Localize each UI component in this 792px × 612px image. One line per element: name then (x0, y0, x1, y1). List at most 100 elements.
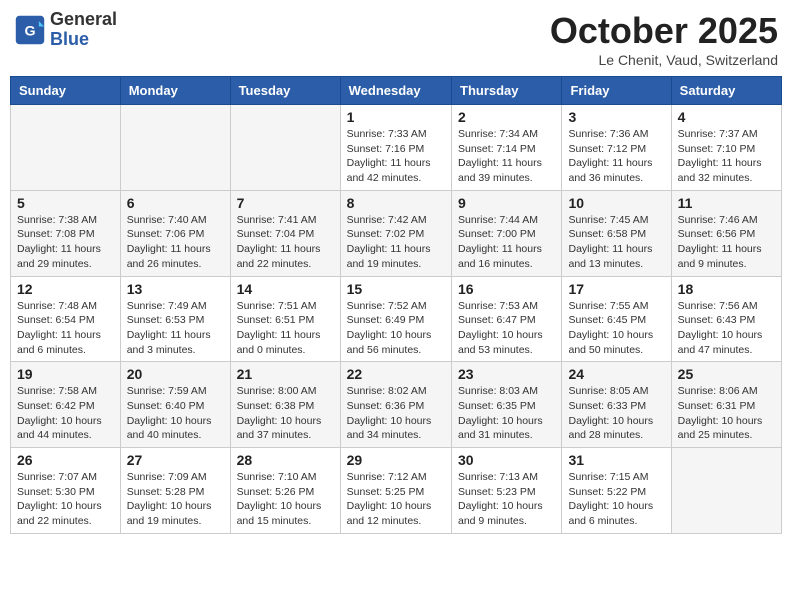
calendar-cell (120, 105, 230, 191)
calendar-cell: 23Sunrise: 8:03 AM Sunset: 6:35 PM Dayli… (452, 362, 562, 448)
calendar-cell: 29 Sunrise: 7:12 AM Sunset: 5:25 PM Dayli… (340, 448, 451, 534)
day-number: 24 (568, 366, 664, 382)
calendar-cell: 3 Sunrise: 7:36 AM Sunset: 7:12 PM Daylig… (562, 105, 671, 191)
day-info: Sunrise: 7:07 AM Sunset: 5:30 PM Dayligh… (17, 470, 114, 529)
day-number: 22 (347, 366, 445, 382)
calendar-cell: 1 Sunrise: 7:33 AM Sunset: 7:16 PM Daylig… (340, 105, 451, 191)
day-number: 7 (237, 195, 334, 211)
day-info: Sunrise: 7:12 AM Sunset: 5:25 PM Dayligh… (347, 470, 445, 529)
day-info: Sunrise: 7:56 AM Sunset: 6:43 PM Dayligh… (678, 299, 775, 358)
weekday-header-wednesday: Wednesday (340, 77, 451, 105)
calendar-cell: 14 Sunrise: 7:51 AM Sunset: 6:51 PM Dayli… (230, 276, 340, 362)
calendar-cell: 8 Sunrise: 7:42 AM Sunset: 7:02 PM Daylig… (340, 190, 451, 276)
weekday-header-row: SundayMondayTuesdayWednesdayThursdayFrid… (11, 77, 782, 105)
calendar-cell: 10Sunrise: 7:45 AM Sunset: 6:58 PM Dayli… (562, 190, 671, 276)
calendar-cell: 9Sunrise: 7:44 AM Sunset: 7:00 PM Daylig… (452, 190, 562, 276)
day-info: Sunrise: 7:46 AM Sunset: 6:56 PM Dayligh… (678, 213, 775, 272)
month-title: October 2025 (550, 10, 778, 52)
title-section: October 2025 Le Chenit, Vaud, Switzerlan… (550, 10, 778, 68)
calendar-cell: 4 Sunrise: 7:37 AM Sunset: 7:10 PM Daylig… (671, 105, 781, 191)
day-number: 16 (458, 281, 555, 297)
calendar-cell: 11 Sunrise: 7:46 AM Sunset: 6:56 PM Dayli… (671, 190, 781, 276)
day-number: 15 (347, 281, 445, 297)
day-number: 25 (678, 366, 775, 382)
day-number: 1 (347, 109, 445, 125)
calendar-cell (671, 448, 781, 534)
calendar-cell: 27 Sunrise: 7:09 AM Sunset: 5:28 PM Dayli… (120, 448, 230, 534)
day-number: 21 (237, 366, 334, 382)
day-number: 27 (127, 452, 224, 468)
location: Le Chenit, Vaud, Switzerland (550, 52, 778, 68)
day-info: Sunrise: 7:42 AM Sunset: 7:02 PM Dayligh… (347, 213, 445, 272)
day-number: 6 (127, 195, 224, 211)
day-number: 8 (347, 195, 445, 211)
logo: G General Blue (14, 10, 117, 50)
calendar-cell: 13Sunrise: 7:49 AM Sunset: 6:53 PM Dayli… (120, 276, 230, 362)
day-number: 11 (678, 195, 775, 211)
logo-blue: Blue (50, 30, 117, 50)
day-number: 20 (127, 366, 224, 382)
weekday-header-tuesday: Tuesday (230, 77, 340, 105)
day-info: Sunrise: 7:09 AM Sunset: 5:28 PM Dayligh… (127, 470, 224, 529)
weekday-header-friday: Friday (562, 77, 671, 105)
day-number: 4 (678, 109, 775, 125)
day-info: Sunrise: 7:59 AM Sunset: 6:40 PM Dayligh… (127, 384, 224, 443)
day-number: 9 (458, 195, 555, 211)
day-info: Sunrise: 7:58 AM Sunset: 6:42 PM Dayligh… (17, 384, 114, 443)
week-row-4: 19 Sunrise: 7:58 AM Sunset: 6:42 PM Dayli… (11, 362, 782, 448)
calendar-cell: 24Sunrise: 8:05 AM Sunset: 6:33 PM Dayli… (562, 362, 671, 448)
day-number: 19 (17, 366, 114, 382)
logo-text: General Blue (50, 10, 117, 50)
day-number: 28 (237, 452, 334, 468)
calendar-cell: 7 Sunrise: 7:41 AM Sunset: 7:04 PM Daylig… (230, 190, 340, 276)
day-number: 2 (458, 109, 555, 125)
day-info: Sunrise: 7:33 AM Sunset: 7:16 PM Dayligh… (347, 127, 445, 186)
calendar-cell (230, 105, 340, 191)
day-info: Sunrise: 7:40 AM Sunset: 7:06 PM Dayligh… (127, 213, 224, 272)
page-header: G General Blue October 2025 Le Chenit, V… (10, 10, 782, 68)
day-number: 31 (568, 452, 664, 468)
day-info: Sunrise: 7:49 AM Sunset: 6:53 PM Dayligh… (127, 299, 224, 358)
day-number: 3 (568, 109, 664, 125)
day-info: Sunrise: 8:02 AM Sunset: 6:36 PM Dayligh… (347, 384, 445, 443)
day-number: 14 (237, 281, 334, 297)
calendar-cell: 12Sunrise: 7:48 AM Sunset: 6:54 PM Dayli… (11, 276, 121, 362)
day-number: 30 (458, 452, 555, 468)
calendar-cell: 15Sunrise: 7:52 AM Sunset: 6:49 PM Dayli… (340, 276, 451, 362)
calendar-cell: 21Sunrise: 8:00 AM Sunset: 6:38 PM Dayli… (230, 362, 340, 448)
calendar-cell: 30 Sunrise: 7:13 AM Sunset: 5:23 PM Dayli… (452, 448, 562, 534)
day-number: 29 (347, 452, 445, 468)
calendar: SundayMondayTuesdayWednesdayThursdayFrid… (10, 76, 782, 534)
day-number: 23 (458, 366, 555, 382)
weekday-header-sunday: Sunday (11, 77, 121, 105)
calendar-cell: 20 Sunrise: 7:59 AM Sunset: 6:40 PM Dayli… (120, 362, 230, 448)
day-info: Sunrise: 7:51 AM Sunset: 6:51 PM Dayligh… (237, 299, 334, 358)
calendar-cell: 28 Sunrise: 7:10 AM Sunset: 5:26 PM Dayli… (230, 448, 340, 534)
day-number: 10 (568, 195, 664, 211)
day-info: Sunrise: 8:06 AM Sunset: 6:31 PM Dayligh… (678, 384, 775, 443)
day-info: Sunrise: 7:41 AM Sunset: 7:04 PM Dayligh… (237, 213, 334, 272)
calendar-cell: 26Sunrise: 7:07 AM Sunset: 5:30 PM Dayli… (11, 448, 121, 534)
week-row-5: 26Sunrise: 7:07 AM Sunset: 5:30 PM Dayli… (11, 448, 782, 534)
day-number: 12 (17, 281, 114, 297)
calendar-cell: 18Sunrise: 7:56 AM Sunset: 6:43 PM Dayli… (671, 276, 781, 362)
calendar-cell: 17 Sunrise: 7:55 AM Sunset: 6:45 PM Dayli… (562, 276, 671, 362)
day-info: Sunrise: 7:37 AM Sunset: 7:10 PM Dayligh… (678, 127, 775, 186)
day-info: Sunrise: 7:34 AM Sunset: 7:14 PM Dayligh… (458, 127, 555, 186)
weekday-header-thursday: Thursday (452, 77, 562, 105)
day-info: Sunrise: 7:36 AM Sunset: 7:12 PM Dayligh… (568, 127, 664, 186)
day-info: Sunrise: 7:13 AM Sunset: 5:23 PM Dayligh… (458, 470, 555, 529)
day-info: Sunrise: 7:53 AM Sunset: 6:47 PM Dayligh… (458, 299, 555, 358)
week-row-2: 5 Sunrise: 7:38 AM Sunset: 7:08 PM Daylig… (11, 190, 782, 276)
calendar-cell: 6 Sunrise: 7:40 AM Sunset: 7:06 PM Daylig… (120, 190, 230, 276)
calendar-cell (11, 105, 121, 191)
day-info: Sunrise: 7:10 AM Sunset: 5:26 PM Dayligh… (237, 470, 334, 529)
calendar-cell: 31Sunrise: 7:15 AM Sunset: 5:22 PM Dayli… (562, 448, 671, 534)
calendar-cell: 2 Sunrise: 7:34 AM Sunset: 7:14 PM Daylig… (452, 105, 562, 191)
day-number: 5 (17, 195, 114, 211)
weekday-header-saturday: Saturday (671, 77, 781, 105)
day-info: Sunrise: 7:38 AM Sunset: 7:08 PM Dayligh… (17, 213, 114, 272)
day-number: 17 (568, 281, 664, 297)
logo-general: General (50, 10, 117, 30)
day-info: Sunrise: 7:55 AM Sunset: 6:45 PM Dayligh… (568, 299, 664, 358)
